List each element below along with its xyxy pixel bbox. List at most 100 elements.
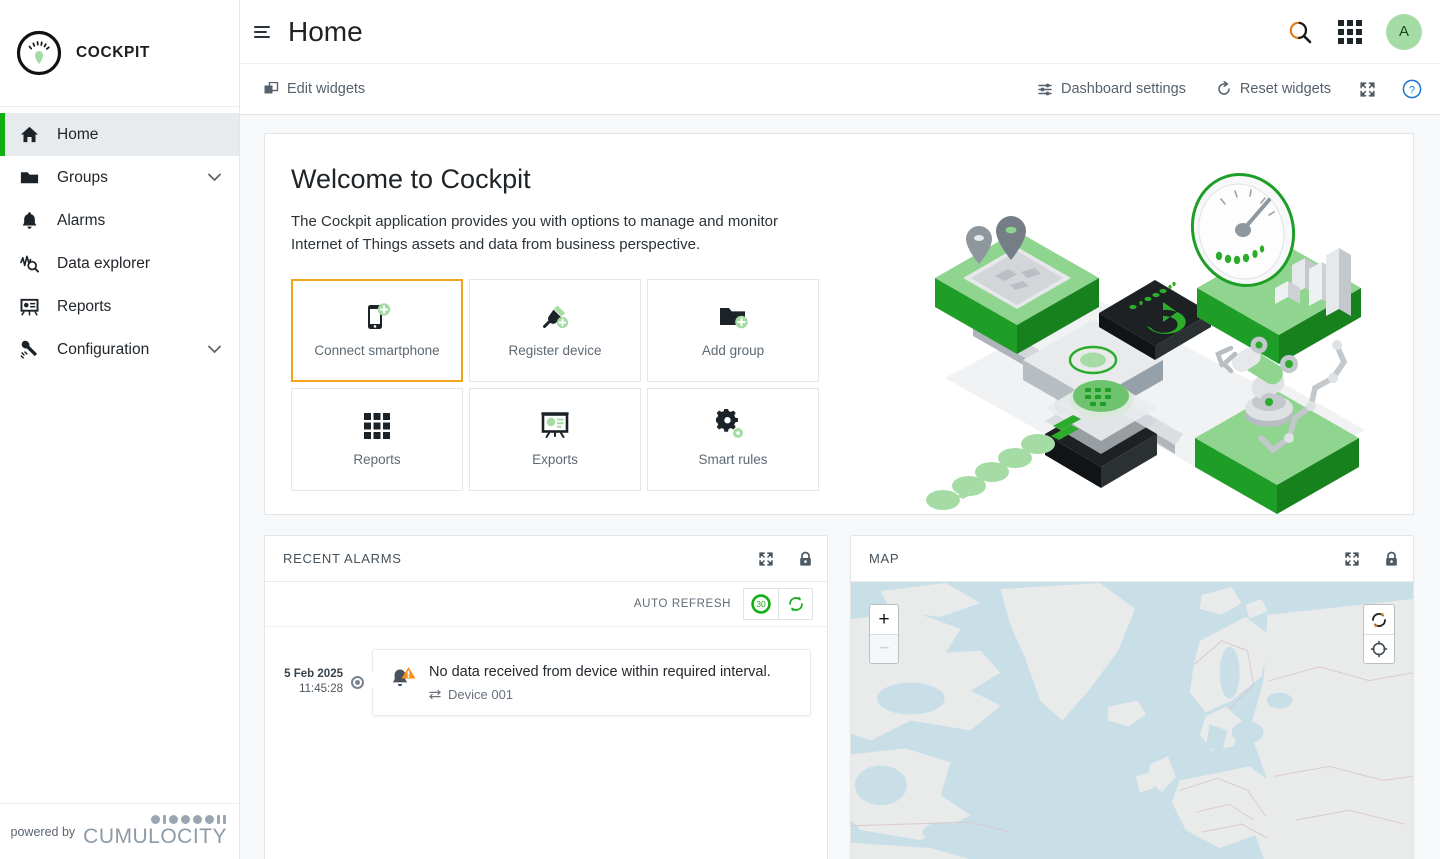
- sliders-icon: [1038, 82, 1053, 97]
- welcome-left: Welcome to Cockpit The Cockpit applicati…: [265, 134, 845, 514]
- reset-widgets-label: Reset widgets: [1240, 81, 1331, 97]
- sidebar-item-configuration[interactable]: Configuration: [0, 328, 239, 371]
- hamburger-icon[interactable]: [254, 26, 280, 38]
- sidebar-item-home[interactable]: Home: [0, 113, 239, 156]
- brand[interactable]: COCKPIT: [0, 0, 239, 107]
- alarms-widget-title: RECENT ALARMS: [283, 551, 402, 566]
- map-widget-title: MAP: [869, 551, 899, 566]
- home-icon: [18, 124, 40, 146]
- map-side-controls: [1363, 604, 1395, 664]
- alarm-time: 11:45:28: [279, 682, 343, 698]
- chevron-down-icon[interactable]: [208, 345, 221, 354]
- auto-refresh-bar: AUTO REFRESH 30: [265, 582, 827, 627]
- app-root: COCKPIT Home Groups: [0, 0, 1440, 859]
- folder-icon: [18, 167, 40, 189]
- warning-bell-icon: [387, 663, 417, 702]
- sidebar-item-label: Configuration: [57, 341, 191, 359]
- cumulocity-dots-icon: [151, 815, 226, 824]
- folder-add-icon: [716, 300, 750, 334]
- tile-label: Exports: [532, 451, 578, 469]
- data-explorer-icon: [18, 253, 40, 275]
- reset-widgets-button[interactable]: Reset widgets: [1214, 77, 1333, 101]
- sidebar-item-alarms[interactable]: Alarms: [0, 199, 239, 242]
- lock-icon[interactable]: [798, 551, 813, 567]
- tile-add-group[interactable]: Add group: [647, 279, 819, 382]
- map-widget: MAP: [850, 535, 1414, 859]
- tile-label: Register device: [508, 342, 601, 360]
- tile-exports[interactable]: Exports: [469, 388, 641, 491]
- avatar-initial: A: [1399, 23, 1409, 40]
- map-refresh-button[interactable]: [1364, 605, 1394, 634]
- brand-name: COCKPIT: [76, 44, 150, 62]
- tile-register-device[interactable]: Register device: [469, 279, 641, 382]
- sidebar-item-label: Home: [57, 126, 239, 144]
- map-widget-actions: [1344, 551, 1399, 567]
- footer-brand: powered by CUMULOCITY: [0, 803, 239, 859]
- smartphone-add-icon: [360, 300, 394, 334]
- expand-icon[interactable]: [1344, 551, 1360, 567]
- tile-smart-rules[interactable]: Smart rules: [647, 388, 819, 491]
- alarm-device[interactable]: Device 001: [429, 687, 771, 702]
- app-switcher-icon[interactable]: [1338, 20, 1362, 44]
- timeline-dot-icon: [351, 676, 364, 689]
- alarms-widget-header: RECENT ALARMS: [265, 536, 827, 582]
- alarm-body: No data received from device within requ…: [429, 663, 771, 702]
- chevron-down-icon[interactable]: [208, 173, 221, 182]
- reports-icon: [18, 296, 40, 318]
- auto-refresh-interval-button[interactable]: 30: [744, 589, 778, 619]
- sidebar-item-data-explorer[interactable]: Data explorer: [0, 242, 239, 285]
- dashboard-settings-button[interactable]: Dashboard settings: [1036, 77, 1188, 101]
- widgets-row: RECENT ALARMS: [264, 535, 1414, 859]
- sidebar-item-label: Reports: [57, 298, 239, 316]
- presentation-icon: [538, 409, 572, 443]
- gauge-logo-icon: [16, 30, 62, 76]
- sidebar-item-groups[interactable]: Groups: [0, 156, 239, 199]
- sidebar-item-label: Alarms: [57, 212, 239, 230]
- sidebar-nav: Home Groups: [0, 107, 239, 803]
- edit-widgets-button[interactable]: Edit widgets: [262, 77, 367, 101]
- wrench-icon: [18, 339, 40, 361]
- map-zoom-in-button[interactable]: +: [870, 605, 898, 634]
- tile-reports[interactable]: Reports: [291, 388, 463, 491]
- alarm-device-name: Device 001: [448, 687, 513, 702]
- header-actions: A: [1286, 14, 1422, 50]
- top-header: Home A: [240, 0, 1440, 63]
- welcome-description: The Cockpit application provides you wit…: [291, 211, 821, 257]
- expand-icon[interactable]: [1359, 81, 1376, 98]
- reset-icon: [1216, 81, 1232, 97]
- tile-connect-smartphone[interactable]: Connect smartphone: [291, 279, 463, 382]
- dashboard-content: Welcome to Cockpit The Cockpit applicati…: [240, 115, 1440, 859]
- map-zoom-out-button[interactable]: −: [870, 634, 898, 663]
- dashboard-settings-label: Dashboard settings: [1061, 81, 1186, 97]
- lock-icon[interactable]: [1384, 551, 1399, 567]
- avatar[interactable]: A: [1386, 14, 1422, 50]
- expand-icon[interactable]: [758, 551, 774, 567]
- edit-widgets-icon: [264, 82, 279, 97]
- recent-alarms-widget: RECENT ALARMS: [264, 535, 828, 859]
- gear-add-icon: [716, 409, 750, 443]
- bell-icon: [18, 210, 40, 232]
- search-icon[interactable]: [1286, 18, 1314, 46]
- page-title: Home: [288, 16, 363, 48]
- sidebar-item-reports[interactable]: Reports: [0, 285, 239, 328]
- quick-action-tiles: Connect smartphone: [291, 279, 845, 491]
- alarm-card[interactable]: No data received from device within requ…: [372, 649, 811, 716]
- plug-add-icon: [538, 300, 572, 334]
- cumulocity-wordmark: CUMULOCITY: [83, 825, 227, 849]
- map-locate-crosshair-icon[interactable]: [1364, 634, 1394, 663]
- main-area: Home A: [240, 0, 1440, 859]
- dashboard-toolbar: Edit widgets: [240, 63, 1440, 115]
- tile-label: Reports: [353, 451, 400, 469]
- alarm-list-item[interactable]: 5 Feb 2025 11:45:28: [265, 627, 827, 716]
- tile-label: Add group: [702, 342, 764, 360]
- edit-widgets-label: Edit widgets: [287, 81, 365, 97]
- cumulocity-logo: CUMULOCITY: [83, 815, 227, 849]
- welcome-widget: Welcome to Cockpit The Cockpit applicati…: [264, 133, 1414, 515]
- alarm-message: No data received from device within requ…: [429, 663, 771, 683]
- auto-refresh-controls: 30: [743, 588, 813, 620]
- refresh-button[interactable]: [778, 589, 812, 619]
- help-circle-icon[interactable]: ?: [1402, 79, 1422, 99]
- alarm-timestamp: 5 Feb 2025 11:45:28: [279, 667, 343, 698]
- sidebar-item-label: Data explorer: [57, 255, 239, 273]
- map-canvas[interactable]: + −: [851, 582, 1413, 859]
